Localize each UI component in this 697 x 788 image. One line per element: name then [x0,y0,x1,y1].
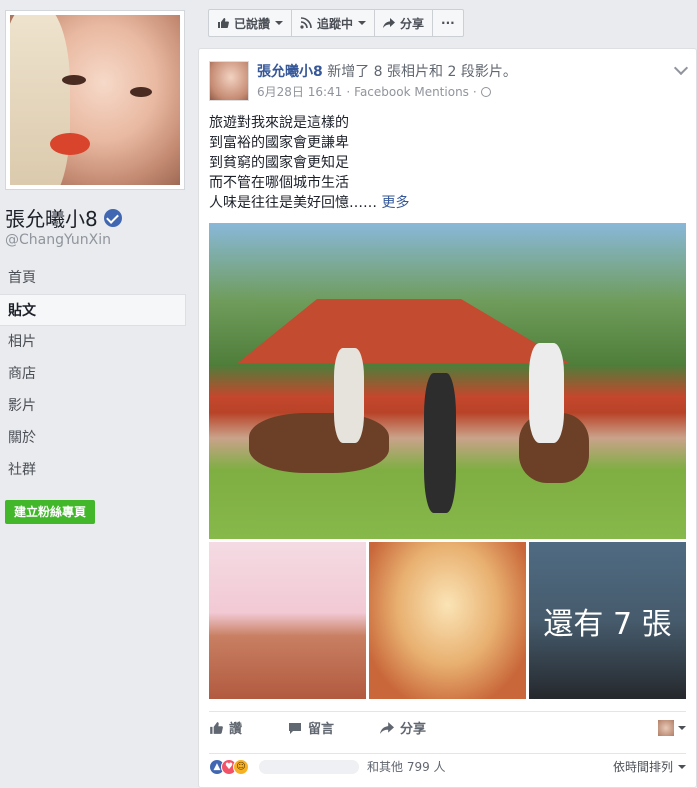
nav-item-about[interactable]: 關於 [0,422,186,454]
post-timestamp[interactable]: 6月28日 16:41 [257,83,342,100]
like-button[interactable]: 讚 [209,718,242,737]
chevron-down-icon [678,726,686,730]
liked-label: 已說讚 [234,16,271,31]
page-nav: 首頁 貼文 相片 商店 影片 關於 社群 [0,262,186,486]
post-text-line: 到富裕的國家會更謙卑 [209,135,349,151]
verified-badge-icon [103,208,122,227]
post-text-line: 到貧窮的國家會更知足 [209,155,349,171]
comment-icon [289,722,302,734]
post-headline: 新增了 8 張相片和 2 段影片。 [322,64,517,80]
sort-label: 依時間排列 [612,760,673,774]
viewer-avatar [658,720,674,736]
globe-icon [480,86,491,97]
reactor-names-redacted [259,759,359,774]
following-label: 追蹤中 [317,16,354,31]
post-text-line: 而不管在哪個城市生活 [209,175,349,191]
post-photo-main[interactable] [209,223,686,539]
comment-sort-dropdown[interactable]: 依時間排列 [613,758,686,775]
post-photo-thumb[interactable] [369,542,526,699]
more-photos-label: 還有 7 張 [529,542,686,699]
share-button[interactable]: 分享 [380,718,426,737]
post-text-line: 人味是往往是美好回憶…… [209,195,377,211]
meta-separator: · [472,84,477,99]
following-button[interactable]: 追蹤中 [292,10,376,36]
comment-button[interactable]: 留言 [288,718,334,737]
nav-item-photos[interactable]: 相片 [0,326,186,358]
nav-item-shop[interactable]: 商店 [0,358,186,390]
page-title[interactable]: 張允曦小8 [5,203,122,232]
post-meta: 6月28日 16:41 · Facebook Mentions · [257,83,491,100]
liked-button[interactable]: 已說讚 [209,10,293,36]
thumbs-up-icon [210,721,223,734]
share-label: 分享 [400,722,427,737]
post-card: 張允曦小8 新增了 8 張相片和 2 段影片。 6月28日 16:41 · Fa… [198,48,697,788]
share-page-button[interactable]: 分享 [375,10,434,36]
haha-reaction-icon[interactable]: ☺ [233,758,249,775]
page-action-bar: 已說讚 追蹤中 分享 ··· [208,9,464,37]
post-actions: 讚 留言 分享 [209,711,686,743]
more-icon: ··· [441,16,455,30]
nav-item-posts[interactable]: 貼文 [0,294,186,326]
post-options-chevron-icon[interactable] [673,60,689,76]
reaction-count[interactable]: 和其他 799 人 [367,758,446,775]
like-label: 讚 [229,722,243,737]
page-name-text: 張允曦小8 [5,207,98,231]
comment-label: 留言 [308,722,335,737]
left-column: 張允曦小8 @ChangYunXin 首頁 貼文 相片 商店 影片 關於 社群 … [0,0,196,788]
share-arrow-icon [383,18,396,28]
create-page-button[interactable]: 建立粉絲專頁 [5,500,96,524]
share-arrow-icon [380,721,395,734]
profile-picture[interactable] [5,10,185,190]
thumbs-up-icon [218,18,229,28]
post-text-line: 旅遊對我來說是這樣的 [209,115,349,131]
chevron-down-icon [358,21,367,25]
share-page-label: 分享 [400,16,425,31]
meta-separator: · [346,84,351,99]
post-photo-thumb-more[interactable]: 還有 7 張 [529,542,686,699]
post-as-selector[interactable] [658,720,686,736]
chevron-down-icon [275,21,284,25]
post-header: 張允曦小8 新增了 8 張相片和 2 段影片。 [257,61,517,81]
nav-item-community[interactable]: 社群 [0,454,186,486]
post-author-avatar[interactable] [209,61,249,101]
page-handle[interactable]: @ChangYunXin [5,232,111,248]
see-more-link[interactable]: 更多 [377,195,409,211]
nav-item-videos[interactable]: 影片 [0,390,186,422]
post-source[interactable]: Facebook Mentions [354,85,469,99]
nav-item-home[interactable]: 首頁 [0,262,186,294]
post-photo-thumb[interactable] [209,542,366,699]
more-options-button[interactable]: ··· [433,10,463,36]
reactions-bar: ▲ ♥ ☺ 和其他 799 人 依時間排列 [209,753,686,779]
post-author-link[interactable]: 張允曦小8 [257,64,323,80]
rss-icon [300,17,312,29]
chevron-down-icon [678,764,686,769]
profile-photo [10,15,180,185]
post-body: 旅遊對我來說是這樣的 到富裕的國家會更謙卑 到貧窮的國家會更知足 而不管在哪個城… [209,113,409,213]
